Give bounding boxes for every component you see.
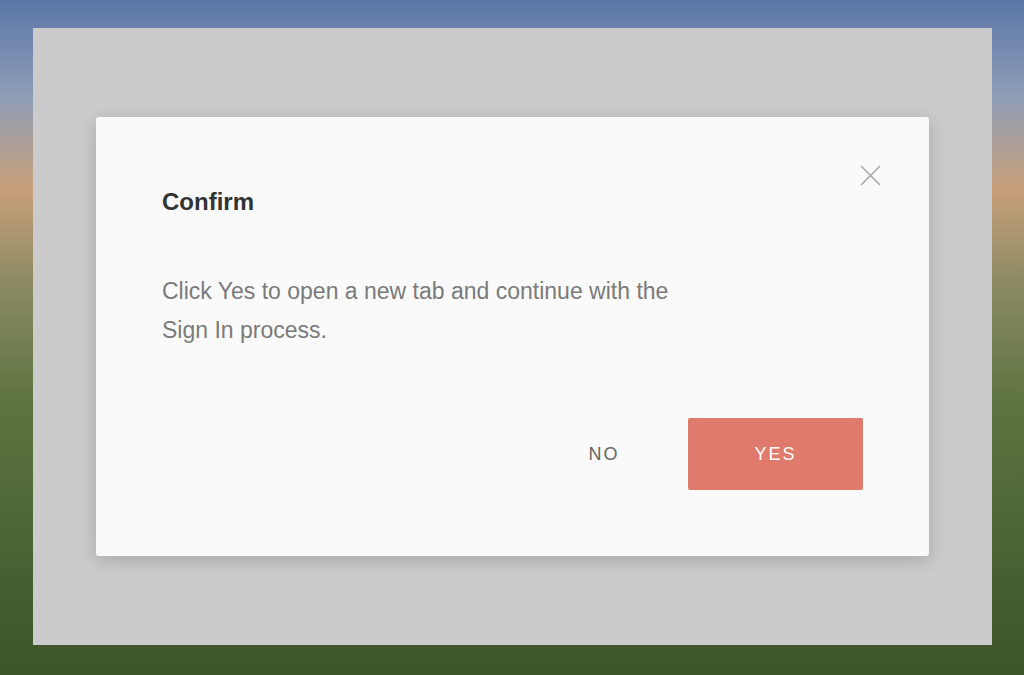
yes-button[interactable]: YES [688, 418, 863, 490]
background-photo: Confirm Click Yes to open a new tab and c… [0, 0, 1024, 675]
close-button[interactable] [860, 165, 881, 186]
overlay-panel: Confirm Click Yes to open a new tab and c… [33, 28, 992, 645]
dialog-actions: NO YES [162, 418, 863, 490]
confirm-dialog: Confirm Click Yes to open a new tab and c… [96, 117, 929, 556]
no-button[interactable]: NO [554, 418, 654, 490]
dialog-message: Click Yes to open a new tab and continue… [162, 272, 702, 350]
close-icon[interactable] [860, 165, 881, 186]
dialog-title: Confirm [162, 187, 863, 217]
